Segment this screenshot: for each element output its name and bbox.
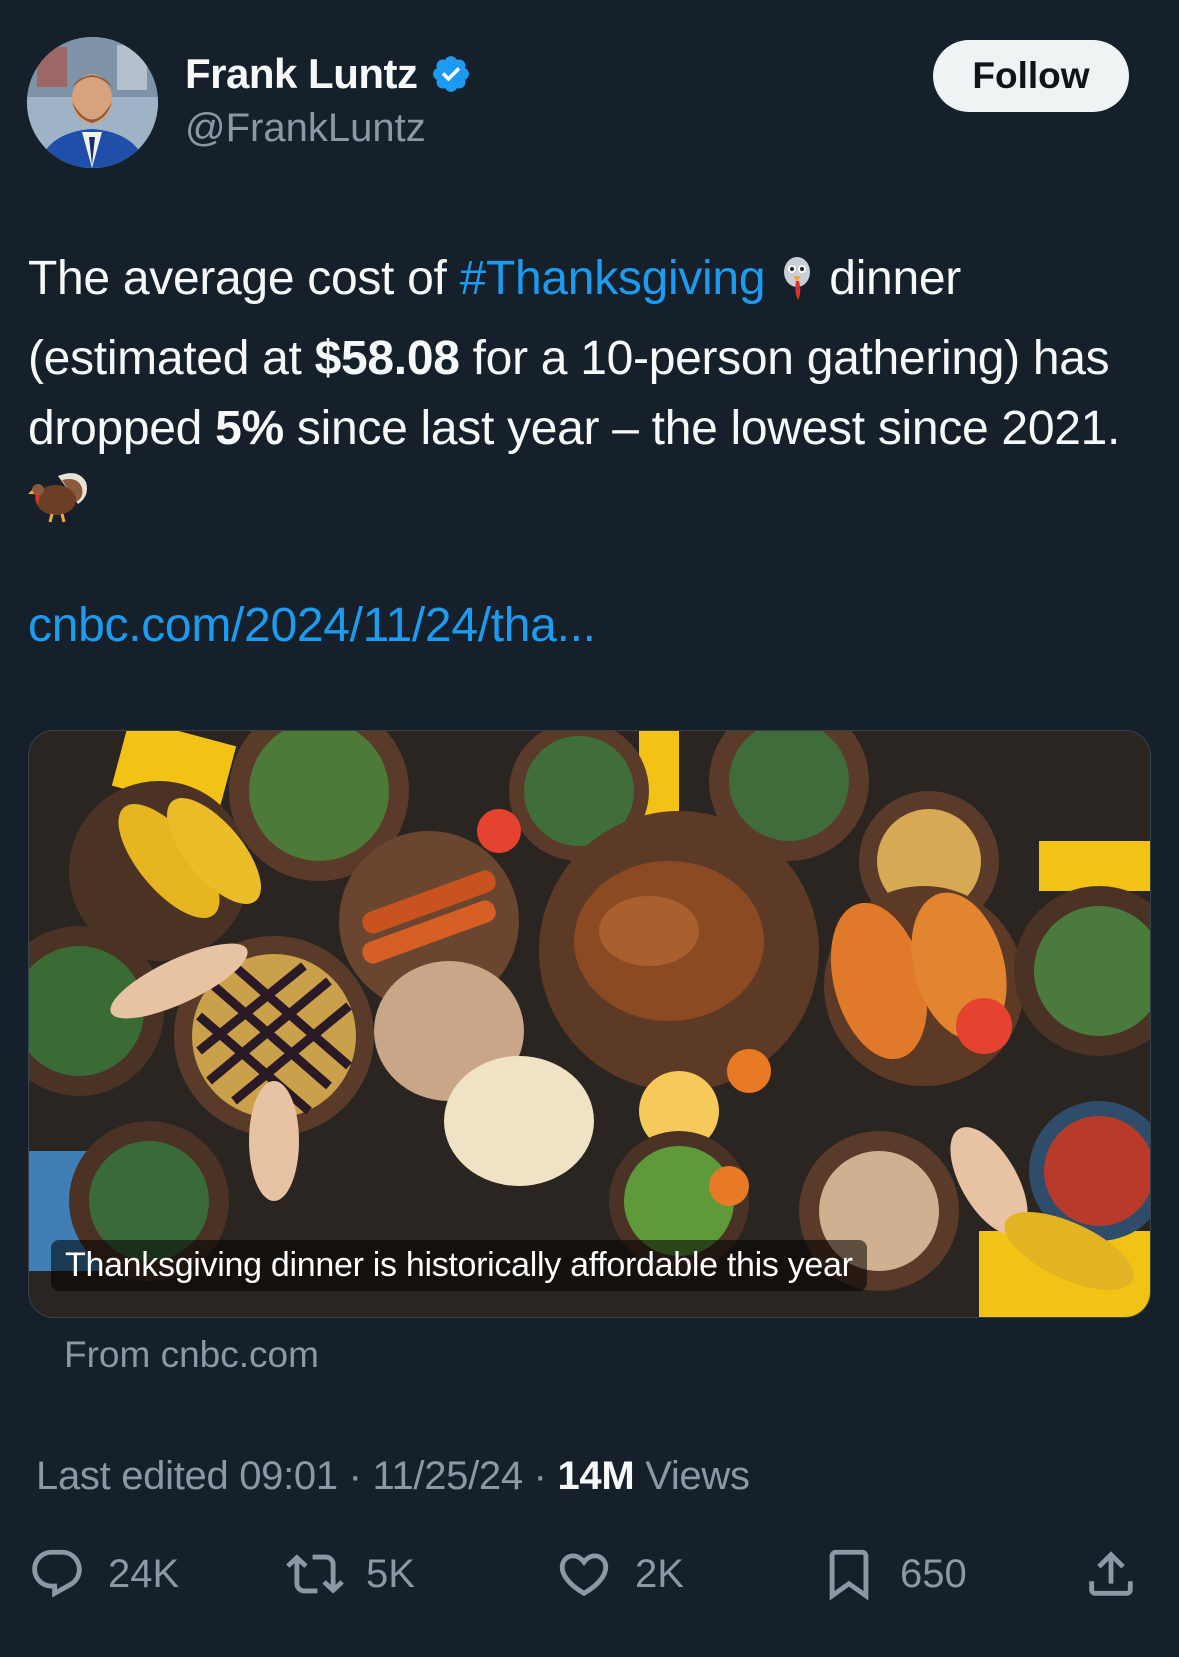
views-label: Views	[634, 1454, 750, 1498]
repost-button[interactable]: 5K	[286, 1545, 415, 1603]
card-image	[29, 731, 1150, 1317]
name-row[interactable]: Frank Luntz	[185, 50, 472, 98]
like-count: 2K	[635, 1551, 684, 1596]
percent-value: 5%	[215, 402, 284, 455]
turkey-emoji-icon	[28, 468, 90, 544]
like-button[interactable]: 2K	[555, 1545, 684, 1603]
tweet-text: The average cost of #Thanksgiving dinner…	[28, 244, 1158, 544]
share-icon	[1089, 1551, 1133, 1596]
follow-button[interactable]: Follow	[933, 40, 1129, 112]
tweet-text-part: The average cost of	[28, 252, 460, 305]
action-bar: 24K 5K 2K 650	[0, 1545, 1179, 1615]
verified-badge-icon	[432, 56, 469, 92]
repost-icon	[286, 1554, 344, 1594]
repost-count: 5K	[366, 1551, 415, 1596]
reply-icon	[32, 1549, 82, 1598]
bookmark-button[interactable]: 650	[820, 1545, 967, 1603]
meta-separator: ·	[522, 1454, 558, 1498]
card-caption: Thanksgiving dinner is historically affo…	[51, 1240, 867, 1291]
views-count: 14M	[557, 1454, 635, 1498]
hashtag-link[interactable]: #Thanksgiving	[460, 252, 766, 305]
tweet-meta: Last edited 09:01 · 11/25/24 · 14M Views	[36, 1454, 750, 1499]
price-value: $58.08	[314, 332, 460, 385]
reply-count: 24K	[108, 1551, 180, 1596]
bookmark-count: 650	[900, 1551, 967, 1596]
tweet-text-part: since last year – the lowest since 2021.	[283, 402, 1121, 455]
turkey-face-emoji-icon	[778, 252, 816, 324]
article-link[interactable]: cnbc.com/2024/11/24/tha...	[28, 598, 596, 653]
link-card[interactable]: Thanksgiving dinner is historically affo…	[28, 730, 1151, 1318]
bookmark-icon	[829, 1549, 869, 1601]
display-name[interactable]: Frank Luntz	[185, 50, 418, 98]
card-source[interactable]: From cnbc.com	[64, 1334, 319, 1376]
handle[interactable]: @FrankLuntz	[185, 106, 426, 151]
avatar-image	[27, 37, 158, 168]
reply-button[interactable]: 24K	[28, 1545, 179, 1603]
avatar[interactable]	[27, 37, 158, 168]
share-button[interactable]	[1082, 1545, 1140, 1603]
edited-timestamp[interactable]: Last edited 09:01 · 11/25/24	[36, 1454, 523, 1498]
heart-icon	[559, 1553, 609, 1597]
tweet-page: Frank Luntz @FrankLuntz Follow The avera…	[0, 0, 1179, 1657]
